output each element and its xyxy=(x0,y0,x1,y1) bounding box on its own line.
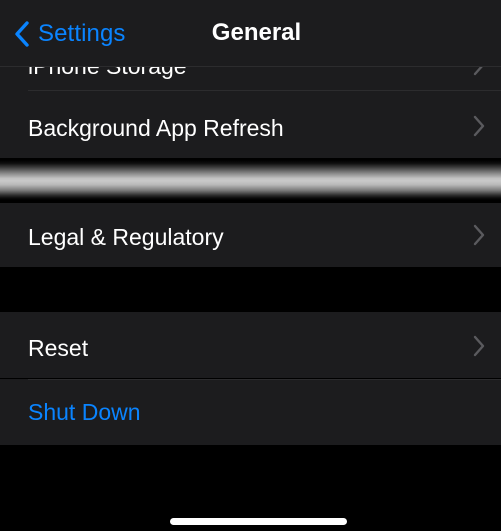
page-title: General xyxy=(211,19,302,46)
list-item-legal-regulatory[interactable]: Legal & Regulatory xyxy=(0,203,501,267)
navigation-bar: Settings General xyxy=(0,0,501,67)
list-item-reset[interactable]: Reset xyxy=(0,312,501,378)
chevron-right-icon xyxy=(473,335,485,362)
row-divider xyxy=(28,90,501,91)
shut-down-label: Shut Down xyxy=(28,399,141,425)
chevron-right-icon xyxy=(473,115,485,142)
list-item-label: Reset xyxy=(28,335,89,361)
home-indicator[interactable] xyxy=(170,518,347,525)
list-item-label: Background App Refresh xyxy=(28,115,284,141)
list-item-label: Legal & Regulatory xyxy=(28,224,224,250)
shut-down-button[interactable]: Shut Down xyxy=(0,379,501,445)
rendering-glitch-band xyxy=(0,160,501,200)
row-divider xyxy=(28,379,501,380)
list-item-background-app-refresh[interactable]: Background App Refresh xyxy=(0,90,501,158)
chevron-right-icon xyxy=(473,224,485,251)
